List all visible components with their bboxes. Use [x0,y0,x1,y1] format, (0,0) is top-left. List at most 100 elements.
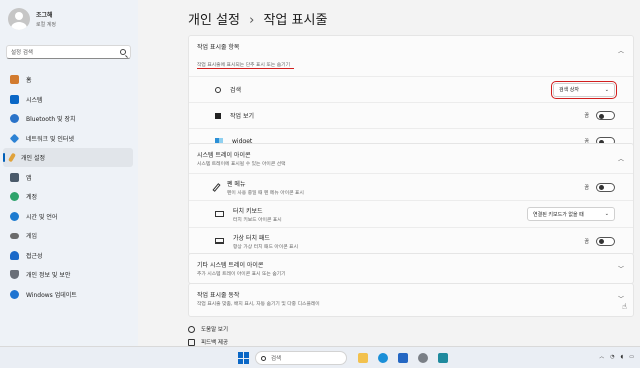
chevron-up-icon[interactable]: ︿ [618,46,624,55]
setting-description: 펜이 사용 중일 때 펜 메뉴 아이콘 표시 [227,190,304,196]
file-explorer-icon[interactable] [358,353,368,363]
store-icon[interactable] [398,353,408,363]
home-icon [10,75,19,84]
link-label: 피드백 제공 [201,340,229,346]
setting-label: 검색 [230,87,242,94]
sidebar-item-label: 개인 정보 및 보안 [26,272,71,279]
settings-gear-icon[interactable] [418,353,428,363]
bluetooth-icon [10,114,19,123]
chevron-up-icon[interactable]: ︿ [599,353,604,360]
chevron-up-icon[interactable]: ︿ [618,154,624,163]
sidebar-item-accessibility[interactable]: 접근성 [3,246,133,265]
taskbar-items-section: 작업 표시줄 항목 작업 표시줄에 표시되는 단추 표시 또는 숨기기 ︿ 검색… [188,35,634,155]
user-account-type: 로컬 계정 [36,22,56,28]
brush-icon [8,152,16,163]
sidebar-item-home[interactable]: 홈 [3,70,133,89]
link-label: 도움말 보기 [201,327,229,333]
search-icon [261,355,266,361]
setting-description: 터치 키보드 아이콘 표시 [233,217,282,223]
search-icon [215,86,221,93]
sidebar-item-label: 계정 [26,194,38,201]
system-tray[interactable]: ︿ ◔ ◖ ▭ [599,353,634,361]
taskbar-search-box[interactable]: 검색 [255,351,347,365]
sidebar-item-label: 개인 설정 [21,155,45,162]
chevron-down-icon[interactable]: ﹀ [618,264,624,273]
task-view-icon [215,112,221,119]
sidebar-item-windows-update[interactable]: Windows 업데이트 [3,285,133,304]
edge-browser-icon[interactable] [378,353,388,363]
system-icon [10,94,19,104]
dropdown-value: 연결된 키보드가 없을 때 [533,211,584,218]
taskbar-items-header[interactable]: 작업 표시줄 항목 작업 표시줄에 표시되는 단추 표시 또는 숨기기 ︿ [189,36,633,76]
shield-icon [10,270,19,279]
sidebar-item-label: Windows 업데이트 [26,291,77,299]
sidebar-item-personalization[interactable]: 개인 설정 [3,148,133,167]
sidebar-item-gaming[interactable]: 게임 [3,226,133,245]
get-help-link[interactable]: 도움말 보기 [188,325,228,333]
toggle-state-text: 끔 [584,184,589,191]
user-name: 조그해 [36,12,53,19]
feedback-icon [188,338,195,346]
sidebar-item-time-language[interactable]: 시간 및 언어 [3,207,133,226]
touch-keyboard-dropdown[interactable]: 연결된 키보드가 없을 때 ⌄ [527,207,615,221]
sidebar-item-label: 시간 및 언어 [26,213,58,221]
update-icon [10,289,19,299]
section-title: 시스템 트레이 아이콘 [197,152,251,159]
start-button[interactable] [238,352,250,364]
section-subtitle: 작업 표시줄에 표시되는 단추 표시 또는 숨기기 [197,61,295,69]
pen-menu-toggle[interactable] [596,182,615,192]
sidebar-item-accounts[interactable]: 계정 [3,187,133,206]
feedback-link[interactable]: 피드백 제공 [188,338,228,346]
other-tray-icons-section[interactable]: 기타 시스템 트레이 아이콘 추가 시스템 트레이 아이콘 표시 또는 숨기기 … [188,253,634,284]
search-mode-dropdown[interactable]: 검색 상자 ⌄ [551,80,617,99]
sidebar-item-label: 시스템 [26,96,43,104]
sidebar-nav: 홈 시스템 Bluetooth 및 장치 네트워크 및 인터넷 개인 설정 앱 … [3,70,133,304]
settings-search-box[interactable]: 설정 검색 [6,45,131,59]
user-profile[interactable]: 조그해 로컬 계정 [8,8,56,30]
sidebar-item-label: 접근성 [26,252,43,260]
task-view-toggle[interactable] [596,111,615,120]
search-icon [120,49,126,55]
sidebar-item-system[interactable]: 시스템 [3,90,133,109]
account-icon [10,192,19,201]
sidebar-item-label: 앱 [26,174,32,182]
taskbar-behaviors-section[interactable]: 작업 표시줄 동작 작업 표시줄 맞춤, 배지 표시, 자동 숨기기 및 다중 … [188,283,634,317]
network-icon [9,133,20,143]
wifi-icon: ◔ [610,353,615,360]
setting-description: 항상 가상 터치 패드 아이콘 표시 [233,244,298,250]
tray-icons-header[interactable]: 시스템 트레이 아이콘 시스템 트레이에 표시될 수 있는 아이콘 선택 ︿ [189,144,633,173]
app-icon[interactable] [438,353,448,363]
breadcrumb: 개인 설정 › 작업 표시줄 [188,9,327,28]
breadcrumb-separator: › [249,13,255,28]
battery-icon: ▭ [629,353,634,360]
toggle-state-text: 끔 [584,113,589,119]
setting-label: 터치 키보드 [233,207,263,215]
volume-icon: ◖ [620,353,624,360]
setting-label: 작업 보기 [230,113,254,120]
keyboard-icon [215,211,224,217]
search-input[interactable]: 설정 검색 [11,48,120,56]
clock-icon [10,211,19,221]
tray-icons-section: 시스템 트레이 아이콘 시스템 트레이에 표시될 수 있는 아이콘 선택 ︿ 펜… [188,143,634,255]
sidebar: 조그해 로컬 계정 설정 검색 홈 시스템 Bluetooth 및 장치 네트워… [0,0,138,346]
sidebar-item-network[interactable]: 네트워크 및 인터넷 [3,129,133,148]
section-title: 작업 표시줄 동작 [197,292,240,299]
game-icon [10,232,19,239]
section-subtitle: 추가 시스템 트레이 아이콘 표시 또는 숨기기 [197,272,286,277]
windows-taskbar: 검색 ︿ ◔ ◖ ▭ [0,346,640,368]
setting-row-pen-menu: 펜 메뉴 펜이 사용 중일 때 펜 메뉴 아이콘 표시 끔 [189,173,633,200]
mouse-cursor-icon: ☝ [622,302,627,311]
virtual-touchpad-toggle[interactable] [596,236,615,246]
sidebar-item-privacy[interactable]: 개인 정보 및 보안 [3,265,133,284]
sidebar-item-label: 홈 [26,77,32,84]
sidebar-item-bluetooth[interactable]: Bluetooth 및 장치 [3,109,133,128]
breadcrumb-parent[interactable]: 개인 설정 [188,13,240,28]
setting-row-search: 검색 검색 상자 ⌄ [189,76,633,102]
section-title: 작업 표시줄 항목 [197,44,240,51]
help-icon [188,325,195,333]
avatar [8,8,30,30]
sidebar-item-label: 게임 [26,233,38,240]
sidebar-item-apps[interactable]: 앱 [3,168,133,187]
sidebar-item-label: Bluetooth 및 장치 [26,116,76,123]
toggle-state-text: 끔 [584,238,589,245]
